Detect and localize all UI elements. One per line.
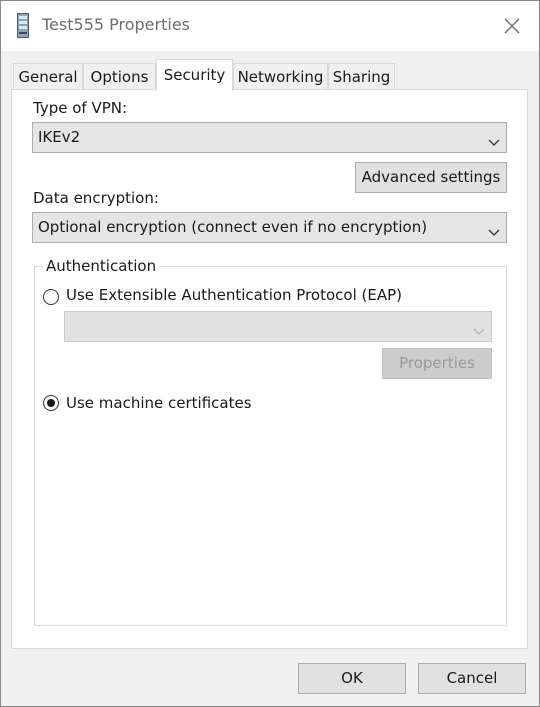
machine-certificates-radio[interactable] bbox=[43, 395, 59, 411]
ok-button[interactable]: OK bbox=[298, 663, 406, 694]
title-bar[interactable]: Test555 Properties bbox=[1, 1, 539, 51]
tab-label: Options bbox=[90, 68, 149, 86]
chevron-down-icon bbox=[473, 322, 485, 335]
authentication-group-title: Authentication bbox=[43, 257, 160, 275]
eap-option-label[interactable]: Use Extensible Authentication Protocol (… bbox=[66, 286, 402, 304]
vpn-type-value: IKEv2 bbox=[38, 128, 81, 146]
chevron-down-icon bbox=[488, 133, 500, 146]
tab-label: Networking bbox=[237, 68, 324, 86]
machine-certificates-label[interactable]: Use machine certificates bbox=[66, 394, 252, 412]
tab-sharing[interactable]: Sharing bbox=[328, 63, 395, 89]
tab-label: Security bbox=[163, 66, 226, 84]
close-icon[interactable] bbox=[497, 11, 527, 41]
eap-method-select[interactable] bbox=[64, 311, 492, 342]
cancel-button[interactable]: Cancel bbox=[418, 663, 526, 694]
tab-options[interactable]: Options bbox=[83, 63, 156, 89]
vpn-type-select[interactable]: IKEv2 bbox=[32, 122, 507, 153]
chevron-down-icon bbox=[488, 223, 500, 236]
data-encryption-select[interactable]: Optional encryption (connect even if no … bbox=[32, 212, 507, 243]
tab-label: Sharing bbox=[332, 68, 391, 86]
network-drive-icon bbox=[17, 13, 29, 38]
properties-window: Test555 Properties General Options Secur… bbox=[0, 0, 540, 707]
tab-general[interactable]: General bbox=[13, 63, 83, 89]
eap-properties-button[interactable]: Properties bbox=[382, 348, 492, 379]
vpn-type-label: Type of VPN: bbox=[33, 99, 128, 117]
radio-selected-dot bbox=[47, 399, 55, 407]
data-encryption-label: Data encryption: bbox=[33, 189, 159, 207]
advanced-settings-button[interactable]: Advanced settings bbox=[355, 162, 507, 193]
tab-security[interactable]: Security bbox=[156, 59, 233, 91]
window-title: Test555 Properties bbox=[42, 15, 190, 34]
tab-networking[interactable]: Networking bbox=[233, 63, 328, 89]
data-encryption-value: Optional encryption (connect even if no … bbox=[38, 218, 428, 236]
tab-label: General bbox=[18, 68, 78, 86]
eap-radio[interactable] bbox=[43, 289, 59, 305]
